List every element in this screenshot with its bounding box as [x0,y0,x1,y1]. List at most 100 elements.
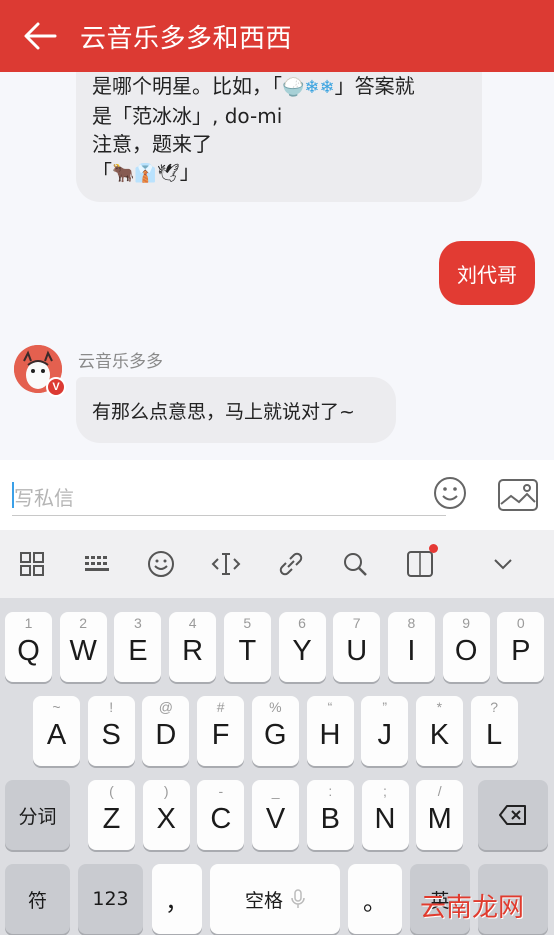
key-a[interactable]: ~ A [33,696,80,766]
message-text: 」答案就 [334,74,415,98]
cursor-move-button[interactable] [194,530,259,598]
key-secondary-label: ! [109,699,114,715]
message-bubble-incoming[interactable]: 有那么点意思，马上就说对了~ [76,377,396,443]
key-label: R [182,634,204,667]
keyboard-toolbar [0,530,554,598]
search-button[interactable] [323,530,388,598]
keyboard-layout-button[interactable] [65,530,130,598]
grid-button[interactable] [0,530,65,598]
key-secondary-label: ; [383,783,387,799]
key-secondary-label: ~ [52,699,61,715]
key-secondary-label: _ [271,783,280,799]
key-m[interactable]: / M [416,780,464,850]
emoji-button[interactable] [433,476,467,515]
key-g[interactable]: % G [251,696,299,766]
number-key[interactable]: 123 [78,864,143,934]
key-secondary-label: 0 [516,615,525,631]
arrow-left-icon [24,22,57,50]
search-icon [344,553,368,576]
period-key[interactable]: 。 [348,864,402,934]
key-label: T [238,634,257,667]
key-label: F [211,718,230,751]
key-x[interactable]: ) X [142,780,190,850]
message-text: 「 [92,160,112,184]
key-n[interactable]: ; N [361,780,409,850]
message-line: 注意，题来了 [92,132,212,156]
emoji-icon [434,477,466,509]
key-label: Q [17,634,40,667]
key-label: I [407,634,416,667]
watermark-text: 云南龙网 [420,893,525,923]
key-k[interactable]: * K [415,696,463,766]
emoji-icon [148,551,175,577]
image-button[interactable] [497,478,539,517]
key-label: 分词 [18,805,57,828]
key-label: 。 [363,887,387,916]
key-secondary-label: : [328,783,333,799]
key-label: L [486,718,503,751]
key-label: D [155,718,177,751]
fenci-key[interactable]: 分词 [5,780,70,850]
key-label: X [156,802,176,835]
message-bubble-incoming[interactable]: 是哪个明星。比如，「🍚❄❄」答案就 是「范冰冰」, do-mi 注意，题来了 「… [76,72,482,202]
message-line: 「🐂👔🕊」 [92,158,466,188]
message-bubble-outgoing[interactable]: 刘代哥 [439,241,535,305]
key-e[interactable]: 3E [114,612,162,682]
key-q[interactable]: 1Q [5,612,52,682]
comma-key[interactable]: ， [152,864,202,934]
key-d[interactable]: @ D [142,696,190,766]
key-h[interactable]: “H [306,696,354,766]
key-label: P [511,634,531,667]
free-book-button[interactable] [388,530,453,598]
key-f[interactable]: # F [197,696,245,766]
message-input-bar: 写私信 [0,460,554,530]
key-l[interactable]: ? L [470,696,518,766]
key-secondary-label: 7 [352,615,361,631]
back-button[interactable] [0,0,80,72]
key-o[interactable]: 9O [442,612,490,682]
keyboard-icon [84,556,109,571]
grid-icon [20,552,45,576]
key-i[interactable]: 8I [387,612,435,682]
chat-area[interactable]: 是哪个明星。比如，「🍚❄❄」答案就 是「范冰冰」, do-mi 注意，题来了 「… [0,72,554,460]
rice-emoji: 🍚 [282,77,305,98]
key-label: U [346,634,368,667]
collapse-keyboard-button[interactable] [452,530,554,598]
key-secondary-label: % [269,699,282,715]
symbol-key[interactable]: 符 [5,864,70,934]
key-label: S [101,718,121,751]
backspace-key[interactable] [478,780,548,850]
emoji-toolbar-button[interactable] [129,530,194,598]
text-cursor-icon [211,553,241,575]
key-secondary-label: 8 [407,615,416,631]
key-y[interactable]: 6Y [278,612,326,682]
key-label: ， [165,887,189,916]
key-u[interactable]: 7U [333,612,381,682]
key-p[interactable]: 0P [497,612,545,682]
link-button[interactable] [258,530,323,598]
key-secondary-label: 3 [133,615,142,631]
notification-dot [429,544,439,553]
key-label: B [320,802,340,835]
message-input[interactable]: 写私信 [12,472,446,516]
avatar[interactable]: V [14,345,66,397]
key-r[interactable]: 4R [169,612,217,682]
key-label: 空格 [244,889,283,912]
key-v[interactable]: _ V [252,780,300,850]
key-w[interactable]: 2W [59,612,107,682]
key-secondary-label: ? [490,699,498,715]
key-j[interactable]: ” J [361,696,409,766]
key-s[interactable]: ! S [87,696,135,766]
key-label: Z [102,802,121,835]
key-c[interactable]: -C [197,780,245,850]
image-icon [498,479,538,511]
key-z[interactable]: (Z [88,780,135,850]
space-key[interactable]: 空格 [210,864,340,934]
sender-name: 云音乐多多 [78,352,163,372]
message-text: 是哪个明星。比如，「 [92,74,282,98]
key-label: J [377,718,392,751]
key-t[interactable]: 5T [223,612,271,682]
chevron-down-icon [494,559,512,570]
key-b[interactable]: :B [306,780,354,850]
key-secondary-label: 2 [79,615,88,631]
